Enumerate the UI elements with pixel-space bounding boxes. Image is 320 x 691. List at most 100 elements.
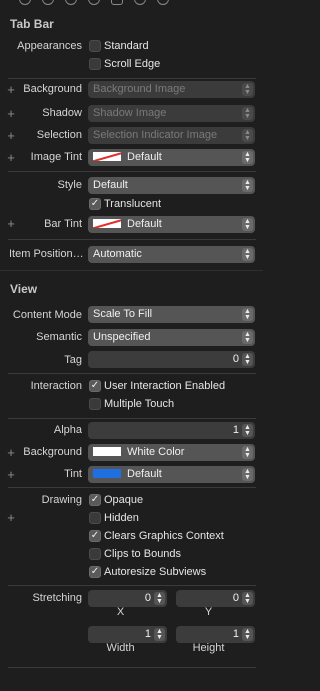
divider bbox=[8, 373, 256, 374]
stepper-arrows-icon[interactable]: ▲ ▼ bbox=[242, 628, 253, 641]
divider bbox=[8, 585, 256, 586]
opaque-label: Opaque bbox=[104, 494, 144, 506]
tint-color-popup[interactable]: Default ▲ ▼ bbox=[88, 466, 255, 483]
connections-inspector-icon[interactable] bbox=[157, 0, 169, 5]
up-down-chevron-icon: ▲ ▼ bbox=[242, 107, 253, 120]
section-title-tab-bar: Tab Bar bbox=[10, 17, 54, 31]
appearances-label: Appearances bbox=[17, 40, 82, 52]
tint-color-value: Default bbox=[127, 468, 162, 480]
image-tint-label: Image Tint bbox=[30, 151, 82, 163]
background-color-value: White Color bbox=[127, 446, 185, 458]
divider bbox=[8, 78, 256, 79]
divider bbox=[8, 239, 256, 240]
tag-value: 0 bbox=[232, 353, 239, 365]
semantic-label: Semantic bbox=[36, 331, 82, 343]
image-tint-popup[interactable]: Default ▲ ▼ bbox=[88, 149, 255, 166]
drawing-label: Drawing bbox=[41, 494, 82, 506]
stretching-height-value: 1 bbox=[232, 628, 239, 640]
no-color-swatch-icon bbox=[93, 151, 121, 161]
clears-graphics-context-checkbox[interactable] bbox=[89, 530, 101, 542]
section-title-view: View bbox=[10, 282, 38, 296]
stretching-label: Stretching bbox=[32, 592, 82, 604]
semantic-value: Unspecified bbox=[93, 331, 151, 343]
clips-to-bounds-checkbox[interactable] bbox=[89, 548, 101, 560]
multiple-touch-label: Multiple Touch bbox=[104, 398, 175, 410]
plus-icon[interactable]: + bbox=[6, 510, 16, 525]
background-color-label: Background bbox=[23, 446, 82, 458]
stretching-x-caption: X bbox=[116, 606, 125, 618]
shadow-image-label: Shadow bbox=[42, 107, 82, 119]
tag-label: Tag bbox=[64, 354, 82, 366]
up-down-chevron-icon: ▲ ▼ bbox=[242, 179, 253, 192]
stretching-y-stepper[interactable]: 0 ▲ ▼ bbox=[176, 590, 255, 607]
up-down-chevron-icon: ▲ ▼ bbox=[242, 308, 253, 321]
user-interaction-checkbox[interactable] bbox=[89, 380, 101, 392]
stepper-arrows-icon[interactable]: ▲ ▼ bbox=[242, 353, 253, 366]
stretching-height-stepper[interactable]: 1 ▲ ▼ bbox=[176, 626, 255, 643]
style-value: Default bbox=[93, 179, 128, 191]
stretching-width-value: 1 bbox=[144, 628, 151, 640]
selection-indicator-label: Selection bbox=[36, 129, 82, 141]
size-inspector-icon[interactable] bbox=[134, 0, 146, 5]
image-tint-value: Default bbox=[127, 151, 162, 163]
content-mode-value: Scale To Fill bbox=[93, 308, 153, 320]
item-positioning-popup[interactable]: Automatic ▲ ▼ bbox=[88, 246, 255, 263]
identity-inspector-icon[interactable] bbox=[88, 0, 100, 5]
section-divider bbox=[0, 270, 263, 271]
stretching-x-stepper[interactable]: 0 ▲ ▼ bbox=[88, 590, 167, 607]
stepper-arrows-icon[interactable]: ▲ ▼ bbox=[242, 424, 253, 437]
bar-tint-popup[interactable]: Default ▲ ▼ bbox=[88, 216, 255, 233]
stepper-arrows-icon[interactable]: ▲ ▼ bbox=[242, 592, 253, 605]
background-image-popup[interactable]: Background Image ▲ ▼ bbox=[88, 81, 255, 98]
clears-graphics-context-label: Clears Graphics Context bbox=[104, 530, 224, 542]
style-label: Style bbox=[57, 179, 82, 191]
divider bbox=[8, 487, 256, 488]
tag-stepper[interactable]: 0 ▲ ▼ bbox=[88, 351, 255, 368]
white-color-swatch-icon bbox=[93, 446, 121, 456]
background-color-popup[interactable]: White Color ▲ ▼ bbox=[88, 444, 255, 461]
help-inspector-icon[interactable] bbox=[65, 0, 77, 5]
stretching-y-caption: Y bbox=[204, 606, 213, 618]
blue-color-swatch-icon bbox=[93, 468, 121, 478]
no-color-swatch-icon bbox=[93, 218, 121, 228]
translucent-label: Translucent bbox=[104, 198, 162, 210]
semantic-popup[interactable]: Unspecified ▲ ▼ bbox=[88, 329, 255, 346]
standard-checkbox[interactable] bbox=[89, 40, 101, 52]
attributes-inspector-icon[interactable] bbox=[111, 0, 123, 5]
hidden-checkbox[interactable] bbox=[89, 512, 101, 524]
multiple-touch-checkbox[interactable] bbox=[89, 398, 101, 410]
clips-to-bounds-label: Clips to Bounds bbox=[104, 548, 182, 560]
shadow-image-popup[interactable]: Shadow Image ▲ ▼ bbox=[88, 105, 255, 122]
translucent-checkbox[interactable] bbox=[89, 198, 101, 210]
divider bbox=[8, 418, 256, 419]
alpha-value: 1 bbox=[232, 424, 239, 436]
alpha-stepper[interactable]: 1 ▲ ▼ bbox=[88, 422, 255, 439]
content-mode-popup[interactable]: Scale To Fill ▲ ▼ bbox=[88, 306, 255, 323]
hidden-label: Hidden bbox=[104, 512, 139, 524]
scroll-edge-checkbox[interactable] bbox=[89, 58, 101, 70]
selection-indicator-value: Selection Indicator Image bbox=[93, 129, 218, 141]
history-inspector-icon[interactable] bbox=[42, 0, 54, 5]
stretching-x-value: 0 bbox=[144, 592, 151, 604]
stepper-arrows-icon[interactable]: ▲ ▼ bbox=[154, 628, 165, 641]
stretching-y-value: 0 bbox=[232, 592, 239, 604]
up-down-chevron-icon: ▲ ▼ bbox=[242, 446, 253, 459]
up-down-chevron-icon: ▲ ▼ bbox=[242, 218, 253, 231]
stepper-arrows-icon[interactable]: ▲ ▼ bbox=[154, 592, 165, 605]
item-positioning-label: Item Positioni... bbox=[9, 248, 84, 260]
file-inspector-icon[interactable] bbox=[19, 0, 31, 5]
opaque-checkbox[interactable] bbox=[89, 494, 101, 506]
item-positioning-value: Automatic bbox=[93, 248, 142, 260]
inspector-tab-strip bbox=[0, 0, 263, 6]
scroll-edge-label: Scroll Edge bbox=[104, 58, 161, 70]
bar-tint-label: Bar Tint bbox=[44, 218, 82, 230]
selection-indicator-popup[interactable]: Selection Indicator Image ▲ ▼ bbox=[88, 127, 255, 144]
divider bbox=[8, 171, 256, 172]
tint-label: Tint bbox=[64, 468, 82, 480]
stretching-width-stepper[interactable]: 1 ▲ ▼ bbox=[88, 626, 167, 643]
style-popup[interactable]: Default ▲ ▼ bbox=[88, 177, 255, 194]
autoresize-subviews-label: Autoresize Subviews bbox=[104, 566, 207, 578]
up-down-chevron-icon: ▲ ▼ bbox=[242, 129, 253, 142]
up-down-chevron-icon: ▲ ▼ bbox=[242, 83, 253, 96]
autoresize-subviews-checkbox[interactable] bbox=[89, 566, 101, 578]
